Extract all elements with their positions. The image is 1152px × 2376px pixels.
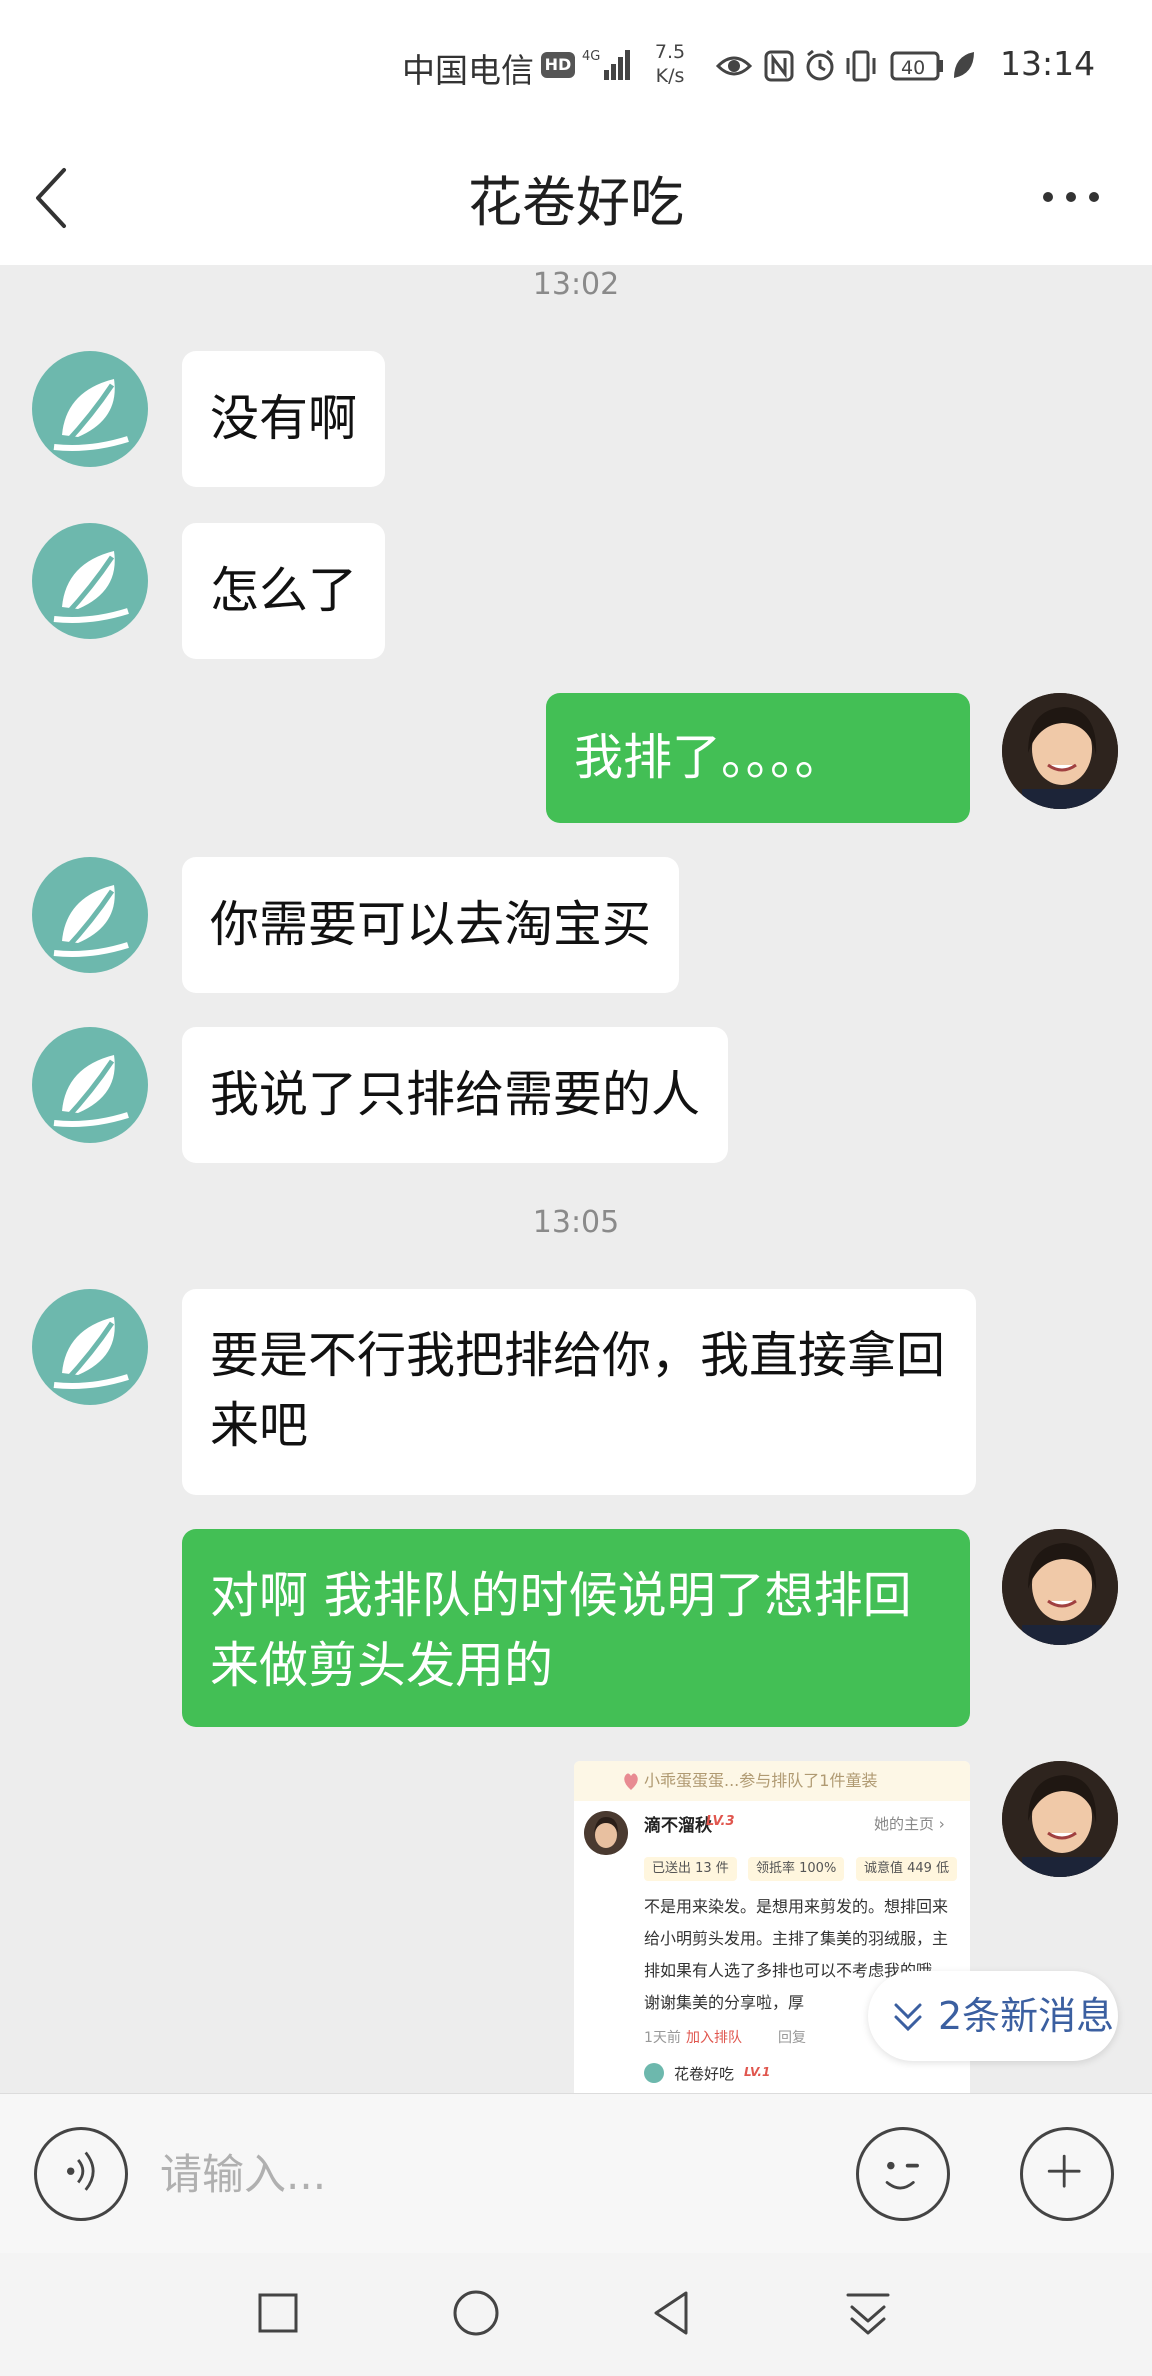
speed-value: 7.5: [654, 41, 686, 63]
leaf-logo-icon: [53, 379, 129, 451]
timestamp: 13:02: [532, 267, 620, 302]
contact-avatar[interactable]: [32, 1027, 148, 1143]
svg-text:40: 40: [901, 57, 925, 79]
message-list[interactable]: 13:02 没有啊 怎么了 我排了。。。。 你需要可以去淘宝买 我说了只排给需要…: [0, 265, 1152, 2093]
input-bar: [0, 2093, 1152, 2253]
message-text: 我说了只排给需要的人: [210, 1066, 701, 1123]
portrait-photo: [1002, 1529, 1118, 1645]
message-input[interactable]: [160, 2134, 820, 2214]
voice-icon: [66, 2151, 95, 2191]
post-reply-action: 回复: [778, 2030, 806, 2046]
incoming-message[interactable]: 没有啊: [182, 351, 386, 487]
emoji-button[interactable]: [856, 2127, 950, 2221]
status-icons: 40: [716, 49, 974, 82]
more-dots-icon[interactable]: [1036, 172, 1106, 222]
incoming-message[interactable]: 我说了只排给需要的人: [182, 1027, 729, 1163]
contact-avatar[interactable]: [32, 857, 148, 973]
alarm-icon: [806, 49, 834, 81]
post-reply-user: 花卷好吃: [674, 2065, 735, 2083]
battery-icon: 40: [890, 51, 943, 81]
clock: 13:14: [1000, 44, 1096, 83]
svg-text:4G: 4G: [582, 49, 600, 64]
new-messages-button[interactable]: 2条新消息: [868, 1971, 1118, 2061]
voice-button[interactable]: [34, 2127, 128, 2221]
plus-button[interactable]: [1020, 2127, 1114, 2221]
emoji-icon: [885, 2161, 919, 2190]
contact-avatar[interactable]: [32, 523, 148, 639]
portrait-photo: [1002, 693, 1118, 809]
message-text: 我排了。。。。: [574, 729, 844, 786]
outgoing-message[interactable]: 对啊 我排队的时候说明了想排回来做剪头发用的: [182, 1529, 970, 1727]
home-icon[interactable]: [446, 2283, 506, 2343]
post-user-level: LV.3: [706, 1814, 735, 1829]
speed-unit: K/s: [655, 65, 685, 87]
leaf-logo-icon: [53, 1317, 129, 1389]
leaf-icon: [954, 52, 974, 78]
leaf-logo-icon: [53, 551, 129, 623]
incoming-message[interactable]: 怎么了: [182, 523, 386, 659]
status-bar: 中国电信 HD 4G 7.5 K/s 40 13:14: [0, 0, 1152, 130]
network-speed: 7.5 K/s: [650, 40, 690, 88]
incoming-message[interactable]: 要是不行我把排给你，我直接拿回来吧: [182, 1289, 976, 1495]
post-queue-action: 加入排队: [686, 2030, 742, 2046]
outgoing-message[interactable]: 我排了。。。。: [546, 693, 970, 823]
contact-avatar[interactable]: [32, 351, 148, 467]
eye-icon: [716, 56, 753, 76]
notification-pull-icon[interactable]: [838, 2283, 898, 2343]
plus-icon: [1047, 2154, 1081, 2188]
post-time-ago: 1天前: [644, 2030, 681, 2046]
message-text: 怎么了: [210, 562, 358, 619]
post-stat: 诚意值 449 低: [856, 1857, 958, 1881]
post-reply-level: LV.1: [744, 2065, 771, 2079]
message-text: 你需要可以去淘宝买: [210, 896, 652, 953]
portrait-photo: [1002, 1761, 1118, 1877]
nfc-icon: [764, 50, 794, 82]
post-home-link: 她的主页 ›: [874, 1815, 945, 1833]
chat-title: 花卷好吃: [468, 171, 684, 234]
back-icon[interactable]: [642, 2283, 702, 2343]
new-messages-label: 2条新消息: [938, 1994, 1115, 2038]
post-user-name: 滴不溜秋: [644, 1816, 712, 1836]
contact-avatar[interactable]: [32, 1289, 148, 1405]
incoming-message[interactable]: 你需要可以去淘宝买: [182, 857, 680, 993]
message-text: 要是不行我把排给你，我直接拿回来吧: [210, 1327, 946, 1454]
post-stat: 已送出 13 件: [644, 1857, 737, 1881]
message-text: 没有啊: [210, 390, 358, 447]
timestamp: 13:05: [532, 1205, 620, 1240]
carrier-name: 中国电信: [402, 51, 534, 90]
my-avatar[interactable]: [1002, 1529, 1118, 1645]
signal-icon: 4G: [582, 49, 630, 80]
leaf-logo-icon: [53, 1055, 129, 1127]
post-reply-avatar: [644, 2063, 664, 2083]
hd-badge: HD: [541, 52, 575, 78]
my-avatar[interactable]: [1002, 693, 1118, 809]
system-navigation-bar: [0, 2253, 1152, 2376]
post-user-avatar: [584, 1811, 628, 1855]
message-text: 对啊 我排队的时候说明了想排回来做剪头发用的: [210, 1567, 912, 1694]
leaf-logo-icon: [53, 885, 129, 957]
recent-apps-icon[interactable]: [248, 2283, 308, 2343]
vibrate-icon: [846, 50, 876, 82]
double-chevron-down-icon: [894, 2003, 922, 2032]
post-stat: 领抵率 100%: [748, 1857, 845, 1881]
heart-icon: [624, 1773, 638, 1790]
chat-header: 花卷好吃: [0, 130, 1152, 265]
my-avatar[interactable]: [1002, 1761, 1118, 1877]
